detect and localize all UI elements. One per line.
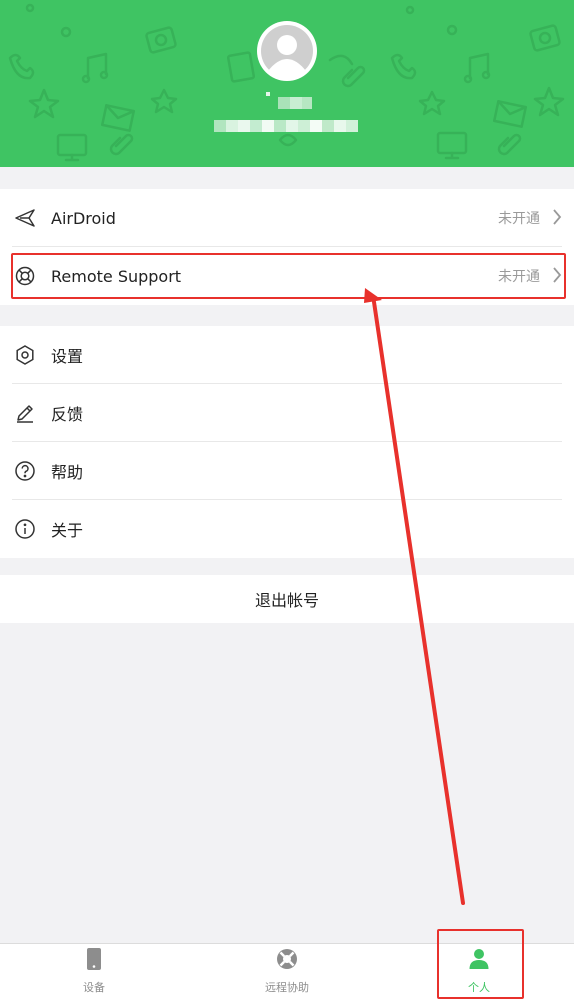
menu-item-airdroid[interactable]: AirDroid 未开通 xyxy=(0,189,574,247)
paper-plane-icon xyxy=(12,205,38,231)
tab-label: 个人 xyxy=(468,981,490,994)
bottom-tab-bar: 设备 远程协助 个人 xyxy=(0,943,574,999)
question-circle-icon xyxy=(12,458,38,484)
lifebuoy-icon xyxy=(12,263,38,289)
menu-item-label: 关于 xyxy=(51,521,84,540)
settings-menu: 设置 反馈 帮助 关于 xyxy=(0,326,574,558)
service-menu: AirDroid 未开通 Remote Support 未开通 xyxy=(0,189,574,305)
chevron-right-icon xyxy=(552,208,562,230)
status-text: 未开通 xyxy=(498,211,540,227)
profile-header xyxy=(0,0,574,167)
user-avatar-icon xyxy=(258,22,316,80)
hexagon-settings-icon xyxy=(12,342,38,368)
tab-remote-assist[interactable]: 远程协助 xyxy=(247,944,327,999)
menu-item-label: 帮助 xyxy=(51,463,84,482)
person-icon xyxy=(468,948,490,973)
tab-label: 远程协助 xyxy=(265,981,309,994)
menu-item-label: 设置 xyxy=(51,347,84,366)
phone-icon xyxy=(86,948,102,973)
menu-item-label: AirDroid xyxy=(51,208,116,228)
avatar[interactable] xyxy=(257,21,317,81)
logout-button[interactable]: 退出帐号 xyxy=(0,575,574,623)
info-circle-icon xyxy=(12,516,38,542)
menu-item-feedback[interactable]: 反馈 xyxy=(0,384,574,442)
menu-item-help[interactable]: 帮助 xyxy=(0,442,574,500)
menu-item-label: Remote Support xyxy=(51,266,182,286)
status-text: 未开通 xyxy=(498,269,540,285)
chevron-right-icon xyxy=(552,266,562,288)
tab-personal[interactable]: 个人 xyxy=(439,944,519,999)
menu-item-label: 反馈 xyxy=(51,405,84,424)
lifebuoy-icon xyxy=(276,948,298,973)
tab-devices[interactable]: 设备 xyxy=(54,944,134,999)
tab-label: 设备 xyxy=(83,981,105,994)
menu-item-about[interactable]: 关于 xyxy=(0,500,574,558)
menu-item-settings[interactable]: 设置 xyxy=(0,326,574,384)
menu-item-remote-support[interactable]: Remote Support 未开通 xyxy=(0,247,574,305)
pencil-icon xyxy=(12,400,38,426)
